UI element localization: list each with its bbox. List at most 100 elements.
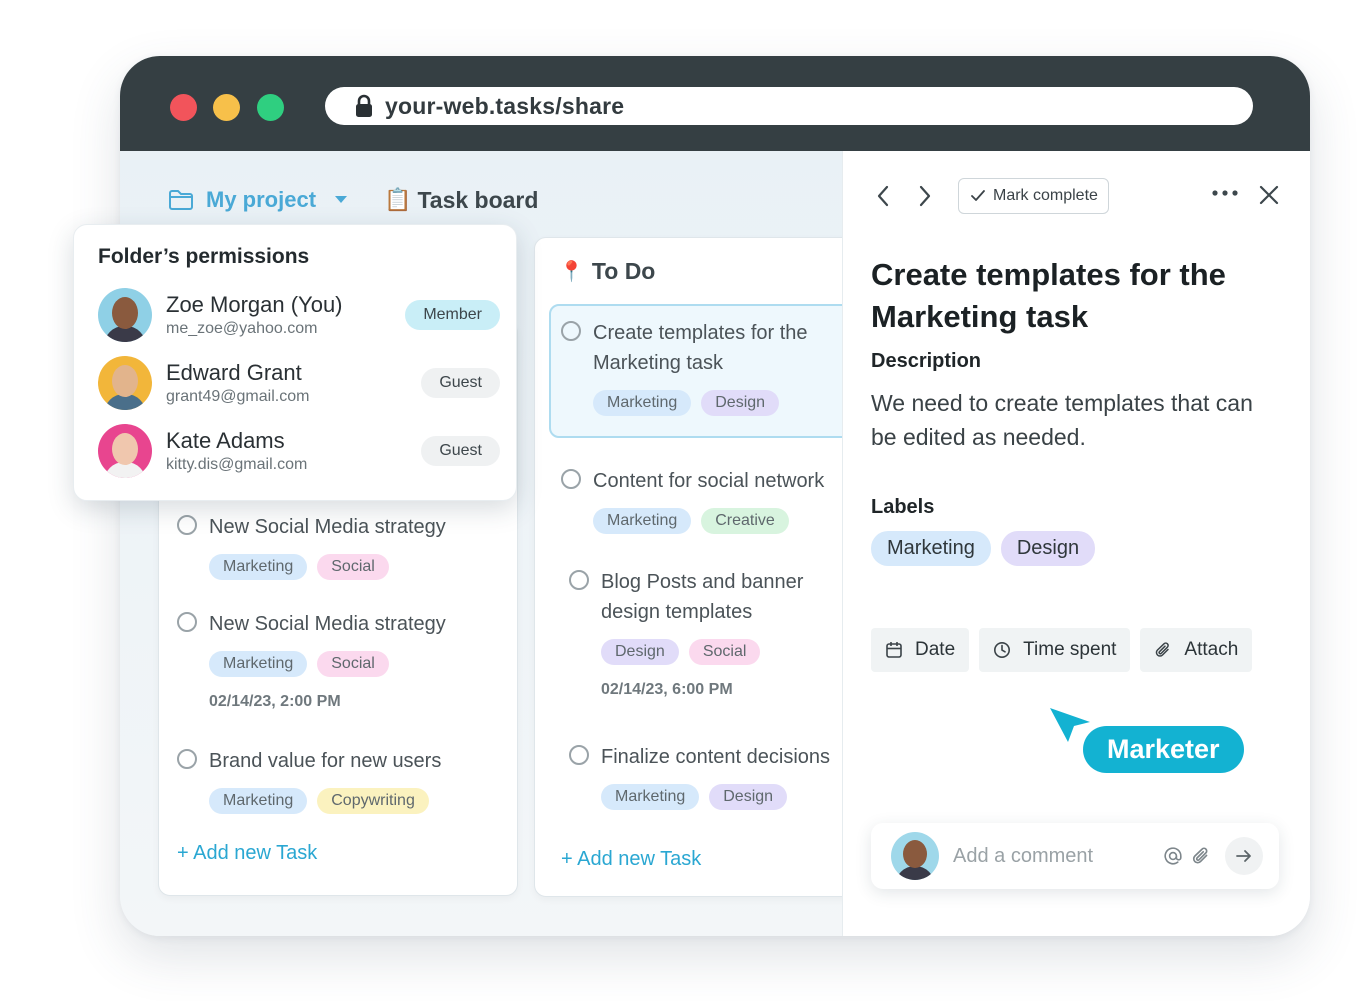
add-task-button[interactable]: + Add new Task [561, 848, 701, 871]
column-title: 📍 To Do [559, 258, 655, 285]
collaborator-cursor-label: Marketer [1083, 726, 1244, 773]
date-button-label: Date [915, 639, 956, 660]
permission-user-row[interactable]: Zoe Morgan (You) me_zoe@yahoo.com Member [98, 287, 500, 343]
task-card[interactable]: New Social Media strategy Marketing Soci… [177, 609, 446, 711]
paperclip-icon [1156, 642, 1170, 657]
task-card[interactable]: Finalize content decisions Marketing Des… [569, 742, 830, 810]
project-link[interactable]: My project [206, 187, 316, 213]
avatar [98, 288, 152, 342]
description-label: Description [871, 350, 982, 372]
maximize-window-button[interactable] [257, 94, 284, 121]
task-card[interactable]: New Social Media strategy Marketing Soci… [177, 512, 446, 580]
task-complete-radio[interactable] [177, 515, 197, 535]
permission-user-row[interactable]: Kate Adams kitty.dis@gmail.com Guest [98, 423, 500, 479]
chevron-left-icon[interactable] [876, 185, 890, 207]
tag-marketing: Marketing [209, 554, 308, 580]
role-badge[interactable]: Member [405, 300, 500, 330]
label-marketing[interactable]: Marketing [871, 531, 991, 566]
comment-composer: Add a comment [871, 823, 1279, 889]
attach-button[interactable]: Attach [1140, 628, 1253, 672]
task-title: Finalize content decisions [601, 746, 831, 768]
clock-icon [994, 642, 1011, 658]
tag-marketing: Marketing [593, 390, 692, 416]
tag-marketing: Marketing [601, 784, 700, 810]
task-card-selected[interactable]: Create templates for the Marketing task … [561, 318, 843, 416]
tag-design: Design [601, 639, 679, 665]
permission-user-row[interactable]: Edward Grant grant49@gmail.com Guest [98, 355, 500, 411]
user-email: kitty.dis@gmail.com [166, 456, 308, 473]
labels-label: Labels [871, 496, 935, 518]
add-task-button[interactable]: + Add new Task [177, 842, 317, 865]
task-detail-title: Create templates for the Marketing task [871, 257, 1226, 334]
tag-copywriting: Copywriting [317, 788, 429, 814]
tag-marketing: Marketing [209, 651, 308, 677]
tag-marketing: Marketing [593, 508, 692, 534]
task-complete-radio[interactable] [177, 749, 197, 769]
address-bar[interactable]: your-web.tasks/share [325, 87, 1253, 125]
task-complete-radio[interactable] [569, 570, 589, 590]
user-name: Kate Adams [166, 428, 285, 453]
tag-creative: Creative [701, 508, 789, 534]
user-email: grant49@gmail.com [166, 388, 310, 405]
permissions-title: Folder’s permissions [98, 245, 310, 268]
calendar-icon [886, 642, 902, 658]
time-spent-label: Time spent [1023, 639, 1117, 660]
tag-design: Design [701, 390, 780, 416]
time-spent-button[interactable]: Time spent [979, 628, 1131, 672]
chevron-right-icon[interactable] [918, 185, 932, 207]
minimize-window-button[interactable] [213, 94, 240, 121]
task-title: New Social Media strategy [209, 516, 446, 538]
board-column-todo: 📍 To Do Create templates for the Marketi… [534, 237, 879, 897]
task-due-date: 02/14/23, 6:00 PM [601, 681, 733, 698]
mark-complete-button[interactable]: Mark complete [958, 178, 1109, 214]
folder-permissions-popover: Folder’s permissions Zoe Morgan (You) me… [73, 224, 517, 501]
avatar [98, 424, 152, 478]
tag-marketing: Marketing [209, 788, 308, 814]
close-icon[interactable] [1259, 185, 1279, 205]
label-design[interactable]: Design [1000, 531, 1096, 566]
close-window-button[interactable] [170, 94, 197, 121]
task-card[interactable]: Content for social network Marketing Cre… [561, 466, 824, 534]
task-complete-radio[interactable] [561, 321, 581, 341]
task-title: Create templates for the Marketing task [593, 322, 808, 374]
browser-titlebar: your-web.tasks/share [120, 56, 1310, 151]
paperclip-icon[interactable] [1191, 846, 1211, 866]
board-title: Task board [417, 186, 539, 213]
url-text: your-web.tasks/share [385, 92, 625, 119]
pin-icon: 📍 [559, 261, 584, 283]
tag-design: Design [709, 784, 788, 810]
arrow-right-icon [1236, 850, 1251, 862]
task-actions: Date Time spent Attach [871, 628, 1253, 672]
folder-icon [169, 190, 193, 210]
task-card[interactable]: Brand value for new users Marketing Copy… [177, 746, 441, 814]
task-title: New Social Media strategy [209, 613, 446, 635]
task-title: Blog Posts and banner design templates [601, 571, 804, 623]
task-title: Content for social network [593, 470, 825, 492]
clipboard-icon: 📋 [384, 187, 412, 212]
more-options-icon[interactable] [1211, 189, 1239, 197]
mark-complete-label: Mark complete [993, 187, 1098, 204]
lock-icon [356, 94, 372, 117]
attach-label: Attach [1184, 639, 1239, 660]
date-button[interactable]: Date [871, 628, 970, 672]
role-badge[interactable]: Guest [421, 436, 500, 466]
tag-social: Social [317, 554, 389, 580]
tag-social: Social [317, 651, 389, 677]
tag-social: Social [688, 639, 761, 665]
avatar [98, 356, 152, 410]
user-name: Zoe Morgan (You) [166, 292, 343, 317]
avatar [891, 832, 939, 880]
send-comment-button[interactable] [1225, 837, 1263, 875]
chevron-down-icon[interactable] [334, 195, 348, 205]
user-email: me_zoe@yahoo.com [166, 320, 318, 337]
mention-icon[interactable] [1163, 846, 1183, 866]
task-card[interactable]: Blog Posts and banner design templates D… [569, 567, 841, 699]
task-complete-radio[interactable] [177, 612, 197, 632]
comment-input[interactable]: Add a comment [953, 845, 1163, 868]
check-icon [971, 190, 985, 201]
role-badge[interactable]: Guest [421, 368, 500, 398]
task-complete-radio[interactable] [561, 469, 581, 489]
task-description[interactable]: We need to create templates that can be … [871, 386, 1271, 454]
task-complete-radio[interactable] [569, 745, 589, 765]
task-due-date: 02/14/23, 2:00 PM [209, 693, 341, 710]
